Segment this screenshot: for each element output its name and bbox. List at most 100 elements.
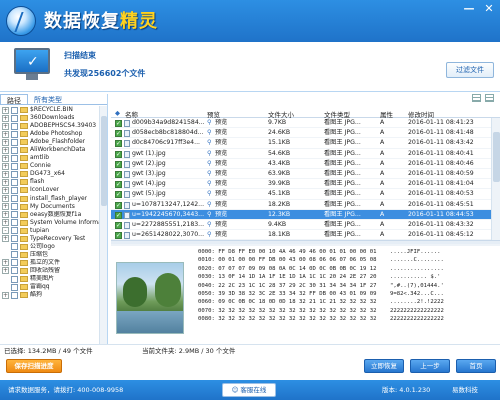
expand-toggle-icon[interactable]: + bbox=[2, 106, 9, 114]
expand-toggle-icon[interactable]: + bbox=[2, 195, 9, 203]
tree-node[interactable]: + ADOBEPHSCS4.39403 bbox=[0, 122, 100, 130]
tree-node[interactable]: +360Downloads bbox=[0, 114, 100, 122]
row-checkbox[interactable] bbox=[115, 129, 122, 139]
tree-node[interactable]: + TypeRecovery Test bbox=[0, 235, 100, 243]
expand-toggle-icon[interactable]: + bbox=[2, 186, 9, 194]
table-row[interactable]: d0c84706c917ff3e4... ⚲预览 15.1KB 看图王 JPG... A… bbox=[111, 138, 491, 149]
expand-toggle-icon[interactable]: + bbox=[2, 170, 9, 178]
tree-node[interactable]: 雷霸qq bbox=[0, 283, 100, 291]
customer-service-button[interactable]: ☺ 客服在线 bbox=[222, 383, 276, 397]
magnifier-icon[interactable]: ⚲ bbox=[207, 138, 212, 148]
preview-link[interactable]: 预览 bbox=[215, 128, 227, 138]
row-checkbox[interactable] bbox=[115, 119, 122, 129]
restore-button[interactable]: 立即恢复 bbox=[364, 359, 404, 373]
row-checkbox[interactable] bbox=[115, 190, 122, 200]
preview-link[interactable]: 预览 bbox=[215, 169, 227, 179]
tree-node[interactable]: 公司logo bbox=[0, 243, 100, 251]
tree-node[interactable]: - tupian bbox=[0, 227, 100, 235]
home-button[interactable]: 首页 bbox=[456, 359, 496, 373]
tree-checkbox[interactable] bbox=[11, 195, 18, 203]
expand-toggle-icon[interactable]: + bbox=[2, 219, 9, 227]
expand-toggle-icon[interactable]: + bbox=[2, 162, 9, 170]
table-row[interactable]: gwt (4).jpg ⚲预览 39.9KB 看图王 JPG... A 2016-01-1… bbox=[111, 179, 491, 190]
tree-checkbox[interactable] bbox=[11, 130, 18, 138]
table-row[interactable]: u=1078713247,1242...⚲预览 18.2KB 看图王 JPG... A… bbox=[111, 200, 491, 211]
magnifier-icon[interactable]: ⚲ bbox=[207, 189, 212, 199]
preview-link[interactable]: 预览 bbox=[215, 138, 227, 148]
tree-node[interactable]: + My Documents bbox=[0, 203, 100, 211]
tab-path[interactable]: 路径 bbox=[0, 94, 28, 105]
tree-node[interactable]: + $RECYCLE.BIN bbox=[0, 106, 100, 114]
expand-toggle-icon[interactable]: + bbox=[2, 235, 9, 243]
expand-toggle-icon[interactable]: + bbox=[2, 267, 9, 275]
tree-node[interactable]: 压缩包 bbox=[0, 251, 100, 259]
magnifier-icon[interactable]: ⚲ bbox=[207, 159, 212, 169]
tree-checkbox[interactable] bbox=[11, 106, 18, 114]
tree-checkbox[interactable] bbox=[11, 251, 18, 259]
save-scan-progress-button[interactable]: 保存扫描进度 bbox=[6, 359, 62, 373]
select-all-icon[interactable]: ◆ bbox=[115, 109, 120, 117]
row-checkbox[interactable] bbox=[115, 221, 122, 231]
tree-checkbox[interactable] bbox=[11, 291, 18, 299]
expand-toggle-icon[interactable]: + bbox=[2, 114, 9, 122]
tree-checkbox[interactable] bbox=[11, 178, 18, 186]
magnifier-icon[interactable]: ⚲ bbox=[207, 118, 212, 128]
magnifier-icon[interactable]: ⚲ bbox=[207, 179, 212, 189]
tab-all-types[interactable]: 所有类型 bbox=[28, 94, 68, 104]
close-button[interactable]: ✕ bbox=[482, 3, 496, 15]
magnifier-icon[interactable]: ⚲ bbox=[207, 149, 212, 159]
file-list-scrollbar[interactable] bbox=[491, 118, 500, 240]
expand-toggle-icon[interactable]: + bbox=[2, 178, 9, 186]
tree-checkbox[interactable] bbox=[11, 114, 18, 122]
preview-link[interactable]: 预览 bbox=[215, 118, 227, 128]
tree-checkbox[interactable] bbox=[11, 186, 18, 194]
preview-link[interactable]: 预览 bbox=[215, 149, 227, 159]
expand-toggle-icon[interactable]: + bbox=[2, 146, 9, 154]
tree-node[interactable]: + 酷狗 bbox=[0, 291, 100, 299]
table-row[interactable]: gwt (3).jpg ⚲预览 63.9KB 看图王 JPG... A 2016-01-1… bbox=[111, 169, 491, 180]
magnifier-icon[interactable]: ⚲ bbox=[207, 128, 212, 138]
tree-checkbox[interactable] bbox=[11, 227, 18, 235]
table-row[interactable]: d058ecb8bc818804d...⚲预览 24.6KB 看图王 JPG... A… bbox=[111, 128, 491, 139]
tree-node[interactable]: + oeasy数据恢复f1a bbox=[0, 211, 100, 219]
expand-toggle-icon[interactable]: + bbox=[2, 154, 9, 162]
tree-node[interactable]: + flash bbox=[0, 178, 100, 186]
tree-node[interactable]: + DG473_x64 bbox=[0, 170, 100, 178]
tree-scrollbar[interactable] bbox=[99, 106, 107, 344]
tree-node[interactable]: 精美图片 bbox=[0, 275, 100, 283]
magnifier-icon[interactable]: ⚲ bbox=[207, 220, 212, 230]
preview-link[interactable]: 预览 bbox=[215, 189, 227, 199]
table-row[interactable]: gwt (5).jpg ⚲预览 45.1KB 看图王 JPG... A 2016-01-1… bbox=[111, 189, 491, 200]
minimize-button[interactable]: — bbox=[462, 3, 476, 15]
preview-link[interactable]: 预览 bbox=[215, 210, 227, 220]
filter-files-button[interactable]: 过滤文件 bbox=[446, 62, 494, 78]
tree-node[interactable]: + install_flash_player bbox=[0, 195, 100, 203]
row-checkbox[interactable] bbox=[115, 231, 122, 240]
tree-checkbox[interactable] bbox=[11, 235, 18, 243]
row-checkbox[interactable] bbox=[115, 211, 122, 221]
preview-link[interactable]: 预览 bbox=[215, 159, 227, 169]
magnifier-icon[interactable]: ⚲ bbox=[207, 200, 212, 210]
row-checkbox[interactable] bbox=[115, 180, 122, 190]
expand-toggle-icon[interactable]: + bbox=[2, 138, 9, 146]
row-checkbox[interactable] bbox=[115, 160, 122, 170]
tree-node[interactable]: + amtlib bbox=[0, 154, 100, 162]
preview-link[interactable]: 预览 bbox=[215, 230, 227, 240]
table-row[interactable]: u=2651428022,3070...⚲预览 18.1KB 看图王 JPG... A… bbox=[111, 230, 491, 240]
magnifier-icon[interactable]: ⚲ bbox=[207, 230, 212, 240]
preview-link[interactable]: 预览 bbox=[215, 179, 227, 189]
expand-toggle-icon[interactable]: - bbox=[2, 227, 9, 235]
preview-link[interactable]: 预览 bbox=[215, 200, 227, 210]
expand-toggle-icon[interactable]: + bbox=[2, 291, 9, 299]
table-row[interactable]: u=1942245670,3443...⚲预览 12.3KB 看图王 JPG... A… bbox=[111, 209, 491, 221]
tree-checkbox[interactable] bbox=[11, 259, 18, 267]
table-row[interactable]: gwt (1).jpg ⚲预览 54.6KB 看图王 JPG... A 2016-01-1… bbox=[111, 149, 491, 160]
row-checkbox[interactable] bbox=[115, 139, 122, 149]
tree-node[interactable]: + Adobe_Flashfolder bbox=[0, 138, 100, 146]
tree-node[interactable]: + System Volume Information bbox=[0, 219, 100, 227]
tree-checkbox[interactable] bbox=[11, 122, 18, 130]
tree-checkbox[interactable] bbox=[11, 154, 18, 162]
tree-checkbox[interactable] bbox=[11, 162, 18, 170]
list-view-icon[interactable] bbox=[472, 94, 481, 102]
table-row[interactable]: d009b34a9d8241584...⚲预览 9.7KB 看图王 JPG... A 2… bbox=[111, 118, 491, 129]
